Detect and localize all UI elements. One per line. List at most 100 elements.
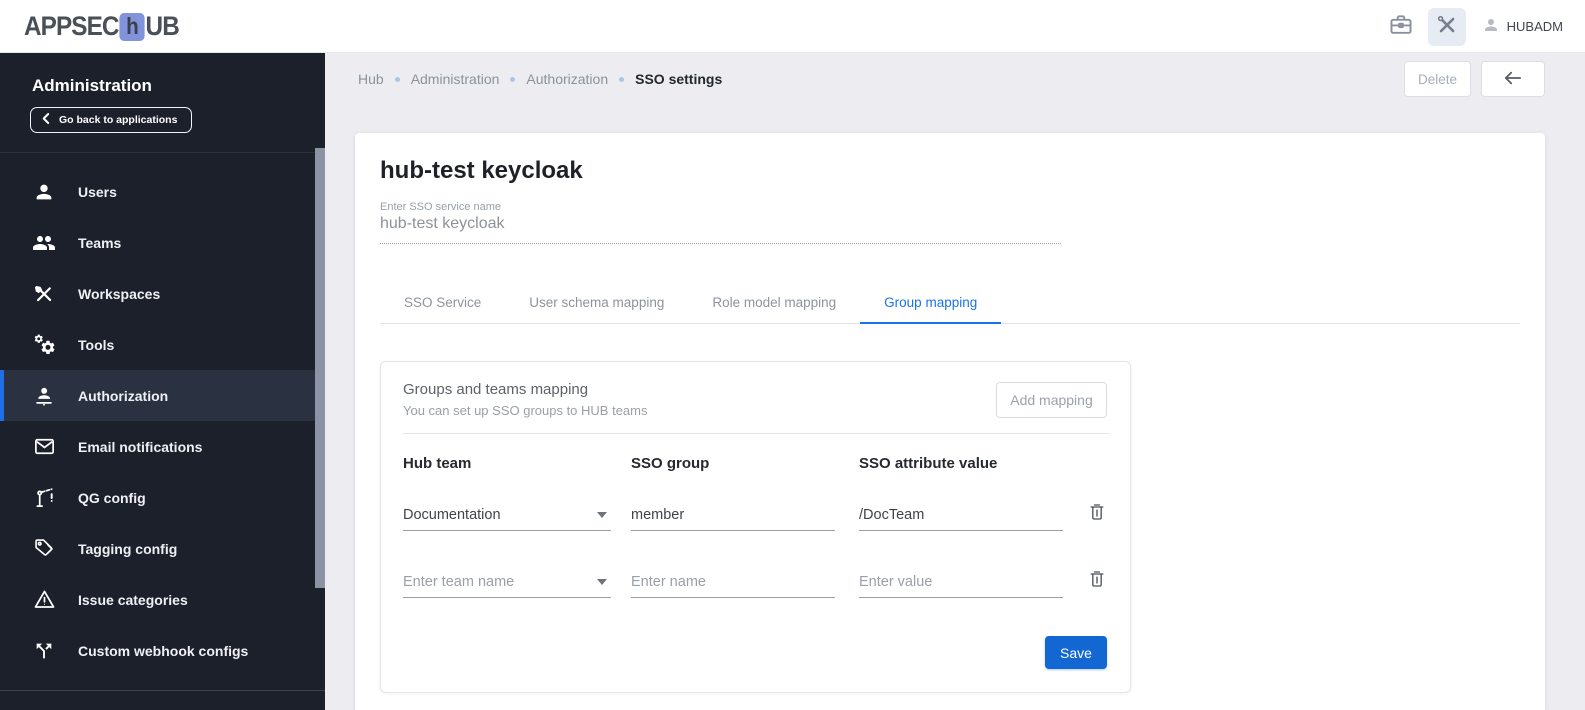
user-menu[interactable]: HUBADM: [1482, 16, 1563, 37]
chevron-down-icon: [597, 579, 607, 585]
mapping-card-subtitle: You can set up SSO groups to HUB teams: [403, 403, 648, 418]
breadcrumb-item-sso-settings: SSO settings: [635, 71, 723, 87]
back-button[interactable]: [1481, 61, 1545, 97]
column-header-sso-group: SSO group: [631, 455, 710, 472]
card-divider: [403, 433, 1110, 434]
breadcrumb-separator-icon: [510, 76, 516, 82]
sso-service-name-input[interactable]: [380, 215, 1061, 244]
sidebar-item-label: Authorization: [78, 387, 169, 404]
breadcrumb: Hub Administration Authorization SSO set…: [358, 53, 722, 105]
sidebar-item-tools[interactable]: Tools: [0, 319, 325, 370]
breadcrumb-item-administration[interactable]: Administration: [411, 71, 500, 87]
page-title: hub-test keycloak: [380, 157, 583, 184]
go-back-to-applications-button[interactable]: Go back to applications: [30, 107, 193, 133]
breadcrumb-item-authorization[interactable]: Authorization: [526, 71, 608, 87]
admin-sidebar: Administration Go back to applications U…: [0, 53, 325, 710]
delete-row2-button[interactable]: [1084, 567, 1110, 593]
delete-button[interactable]: Delete: [1404, 61, 1471, 97]
trash-icon: [1087, 501, 1107, 525]
sidebar-item-label: Teams: [78, 234, 122, 251]
sidebar-item-tagging-config[interactable]: Tagging config: [0, 523, 325, 574]
sidebar-item-custom-webhook-configs[interactable]: Custom webhook configs: [0, 625, 325, 676]
sidebar-item-workspaces[interactable]: Workspaces: [0, 268, 325, 319]
tab-role-model-mapping[interactable]: Role model mapping: [688, 283, 860, 323]
sidebar-header: Administration Go back to applications: [0, 53, 325, 153]
sso-group-field-row1[interactable]: [631, 497, 835, 531]
toolbox-button[interactable]: [1382, 8, 1420, 46]
breadcrumb-item-hub[interactable]: Hub: [358, 71, 384, 87]
logo-text-right: UB: [145, 11, 180, 41]
user-avatar-icon: [1482, 16, 1500, 37]
chevron-down-icon: [597, 512, 607, 518]
tab-user-schema-mapping[interactable]: User schema mapping: [505, 283, 688, 323]
arrow-left-icon: [1502, 69, 1524, 90]
teams-icon: [32, 231, 56, 255]
authorization-icon: [32, 384, 56, 408]
user-name: HUBADM: [1506, 19, 1563, 34]
groups-teams-mapping-card: Groups and teams mapping You can set up …: [380, 361, 1131, 693]
sidebar-item-label: Issue categories: [78, 591, 188, 608]
logo-h-icon: h: [119, 12, 145, 41]
appsechub-logo[interactable]: APPSEC h UB: [24, 11, 180, 42]
user-icon: [32, 180, 56, 204]
sidebar-item-label: Workspaces: [78, 285, 161, 302]
column-header-hub-team: Hub team: [403, 455, 472, 472]
sso-attribute-field-row1[interactable]: [859, 497, 1063, 531]
sidebar-title: Administration: [32, 76, 152, 95]
sidebar-item-label: Custom webhook configs: [78, 642, 249, 659]
warning-icon: [32, 588, 56, 612]
delete-row1-button[interactable]: [1084, 500, 1110, 526]
sso-settings-panel: hub-test keycloak Enter SSO service name…: [355, 133, 1545, 710]
mapping-card-title: Groups and teams mapping: [403, 381, 589, 398]
sidebar-item-issue-categories[interactable]: Issue categories: [0, 574, 325, 625]
add-mapping-button[interactable]: Add mapping: [996, 382, 1107, 418]
sso-service-name-label: Enter SSO service name: [380, 201, 502, 213]
sidebar-divider: [0, 690, 325, 691]
logo-text-left: APPSEC: [24, 11, 119, 41]
sso-attribute-input-row2[interactable]: [859, 574, 1063, 590]
sidebar-item-label: Tagging config: [78, 540, 178, 557]
chevron-left-icon: [41, 112, 50, 128]
tab-sso-service[interactable]: SSO Service: [380, 283, 505, 323]
hub-team-select-row1[interactable]: [403, 497, 611, 531]
sidebar-menu: Users Teams Workspaces Tools Authorizati…: [0, 166, 325, 676]
sidebar-scrollbar[interactable]: [315, 148, 325, 588]
sidebar-item-authorization[interactable]: Authorization: [0, 370, 325, 421]
save-button[interactable]: Save: [1045, 636, 1107, 669]
email-icon: [32, 435, 56, 459]
sidebar-item-label: Tools: [78, 336, 115, 353]
sidebar-item-label: Email notifications: [78, 438, 203, 455]
tools-icon: [32, 333, 56, 357]
app-root: APPSEC h UB HUBADM Administration Go bac…: [0, 0, 1585, 710]
sidebar-item-qg-config[interactable]: QG config: [0, 472, 325, 523]
sidebar-item-teams[interactable]: Teams: [0, 217, 325, 268]
top-header: APPSEC h UB HUBADM: [0, 0, 1585, 53]
breadcrumb-separator-icon: [394, 76, 400, 82]
trash-icon: [1087, 568, 1107, 592]
workspaces-icon: [32, 282, 56, 306]
webhook-icon: [32, 639, 56, 663]
sso-attribute-field-row2[interactable]: [859, 564, 1063, 598]
sso-tabs: SSO Service User schema mapping Role mod…: [380, 283, 1520, 324]
header-actions: HUBADM: [1382, 0, 1563, 53]
go-back-label: Go back to applications: [59, 114, 178, 126]
qg-config-icon: [32, 486, 56, 510]
admin-tools-icon: [1435, 13, 1459, 40]
sidebar-item-users[interactable]: Users: [0, 166, 325, 217]
sso-group-value-row1[interactable]: [631, 507, 835, 523]
admin-tools-button[interactable]: [1427, 7, 1466, 46]
toolbox-icon: [1388, 12, 1414, 41]
breadcrumb-separator-icon: [619, 76, 625, 82]
column-header-sso-attribute-value: SSO attribute value: [859, 455, 998, 472]
hub-team-select-row2[interactable]: [403, 564, 611, 598]
tab-group-mapping[interactable]: Group mapping: [860, 283, 1002, 324]
sidebar-item-label: QG config: [78, 489, 146, 506]
sso-attribute-value-row1[interactable]: [859, 507, 1063, 523]
sso-group-input-row2[interactable]: [631, 574, 835, 590]
tag-icon: [32, 537, 56, 561]
hub-team-input-row2[interactable]: [403, 574, 589, 590]
sidebar-item-label: Users: [78, 183, 117, 200]
hub-team-value-row1[interactable]: [403, 507, 589, 523]
sidebar-item-email-notifications[interactable]: Email notifications: [0, 421, 325, 472]
sso-group-field-row2[interactable]: [631, 564, 835, 598]
